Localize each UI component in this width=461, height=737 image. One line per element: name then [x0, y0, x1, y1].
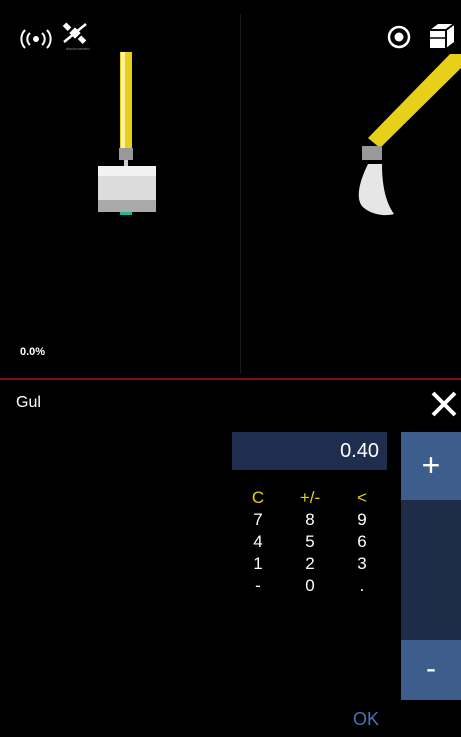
front-view-bucket: [98, 52, 156, 215]
side-view-bucket: [358, 54, 461, 216]
key-3[interactable]: 3: [348, 554, 376, 574]
clear-key[interactable]: C: [244, 488, 272, 508]
key-9[interactable]: 9: [348, 510, 376, 530]
view-divider: [240, 14, 241, 374]
cube-view-icon[interactable]: [426, 22, 456, 50]
value-input[interactable]: 0.40: [232, 432, 387, 470]
key-7[interactable]: 7: [244, 510, 272, 530]
decimal-key[interactable]: .: [348, 576, 376, 596]
value-editor-panel: [0, 380, 461, 737]
decrement-button[interactable]: -: [401, 640, 461, 700]
key-0[interactable]: 0: [296, 576, 324, 596]
key-2[interactable]: 2: [296, 554, 324, 574]
signal-broadcast-icon[interactable]: [18, 28, 54, 50]
close-icon[interactable]: [428, 388, 460, 420]
stepper-track[interactable]: [401, 500, 461, 640]
key-8[interactable]: 8: [296, 510, 324, 530]
key-6[interactable]: 6: [348, 532, 376, 552]
target-icon[interactable]: [386, 24, 412, 50]
backspace-key[interactable]: <: [348, 488, 376, 508]
key-5[interactable]: 5: [296, 532, 324, 552]
ok-button[interactable]: OK: [336, 704, 396, 734]
satellite-off-icon[interactable]: [62, 22, 88, 44]
sign-toggle-key[interactable]: +/-: [296, 488, 324, 508]
field-name-label: Gul: [16, 394, 41, 411]
key-1[interactable]: 1: [244, 554, 272, 574]
key-4[interactable]: 4: [244, 532, 272, 552]
increment-button[interactable]: +: [401, 432, 461, 500]
minus-key[interactable]: -: [244, 576, 272, 596]
grade-percent: 0.0%: [20, 346, 46, 358]
